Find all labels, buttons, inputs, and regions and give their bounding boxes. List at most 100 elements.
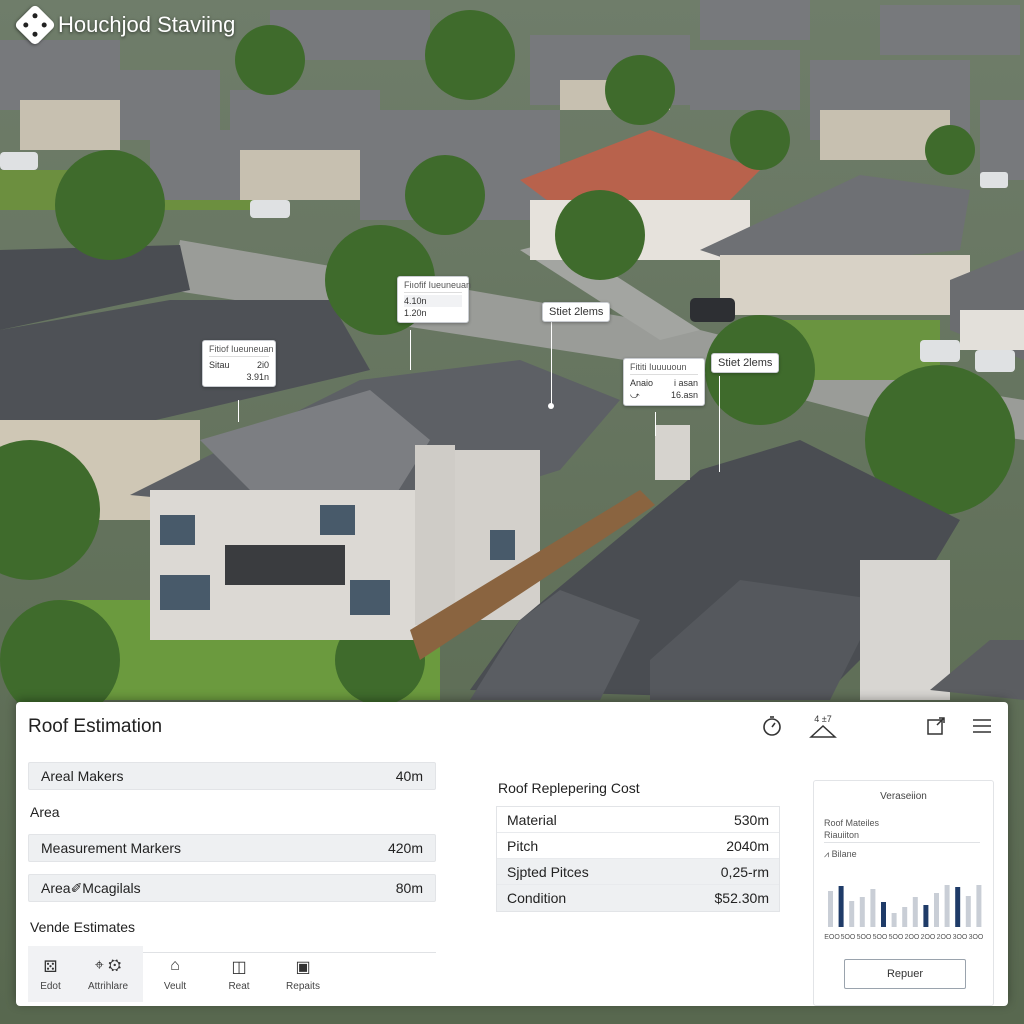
legend-label: Bilane [831, 849, 857, 859]
metric-label: Areal Makers [41, 768, 124, 784]
tool-label: Reat [228, 980, 250, 992]
cost-label: Material [507, 811, 557, 828]
cost-title: Roof Replepering Cost [498, 780, 640, 796]
metric-value: 420m [387, 840, 423, 856]
home-icon: ⌂ [170, 956, 180, 974]
chart-bar [923, 905, 929, 927]
label-callout[interactable]: Stiet 2lems [711, 353, 780, 373]
chart-bar [881, 902, 886, 927]
angle-measure-icon[interactable]: 4 ±7 [806, 714, 840, 738]
chart-bar [934, 893, 939, 927]
marker-pin-line [719, 376, 720, 472]
chart-heading: Veraseiion [880, 791, 927, 802]
report-button[interactable]: Repuer [844, 959, 966, 989]
callout-value: 3.91n [246, 372, 269, 382]
cost-value: 0,25-rm [720, 863, 769, 880]
chart-tick-label: 3ОО [969, 934, 984, 941]
metric-row[interactable]: Measurement Markers 420m [28, 834, 436, 862]
chart-tick-label: 5ОО [857, 934, 872, 941]
tool-reat[interactable]: ◫ Reat [207, 946, 271, 1002]
measurement-callout[interactable]: Fiıofif Iueuneuan 4.10n 1.20n [397, 276, 471, 323]
cost-value: 530m [733, 811, 769, 828]
chart-tick-label: 5ОО [889, 934, 904, 941]
section-label-area: Area [30, 804, 60, 820]
area-section: Areal Makers 40m Area Measurement Marker… [28, 762, 436, 953]
chart-bar [965, 896, 971, 927]
chart-tick-label: 2ОО [937, 934, 952, 941]
chart-tick-label: 2ОО [905, 934, 920, 941]
chart-bar [870, 889, 876, 927]
callout-label: Anaio [630, 378, 654, 388]
tool-vault[interactable]: ⌂ Veult [143, 946, 207, 1002]
angle-measure-label: 4 ±7 [814, 713, 832, 724]
chart-tick-label: 5ОО [841, 934, 856, 941]
cost-row[interactable]: Condition $52.30m [497, 885, 779, 911]
cost-row[interactable]: Sjpted Pitces 0,25-rm [497, 859, 779, 885]
cost-row[interactable]: Pitch 2040m [497, 833, 779, 859]
callout-value: 16.asn [670, 390, 698, 400]
timer-icon[interactable] [760, 714, 784, 738]
cost-label: Sjpted Pitces [507, 863, 589, 880]
chart-bar [828, 891, 833, 927]
cost-label: Pitch [507, 837, 539, 854]
logo-diamond-icon [13, 3, 57, 47]
cost-table: Material 530m Pitch 2040m Sjpted Pitces … [496, 806, 780, 912]
label-callout[interactable]: Stiet 2lems [542, 302, 611, 322]
metric-row[interactable]: Areal Makers 40m [28, 762, 436, 790]
callout-value: i asan [673, 378, 698, 388]
bar-chart: ЕОО 5ОО 5ОО 5ОО 5ОО 2ОО 2ОО 2ОО 3ОО 3ОО [824, 885, 984, 941]
marker-pin-dot [548, 403, 554, 409]
attribute-icon: ⌖ ⚙ [94, 956, 122, 974]
metric-value: 40m [395, 768, 423, 784]
measurement-callout[interactable]: Fititi Iuuuuoun Anaio i asan ⤻ 16.asn [623, 358, 705, 406]
chart-bar [891, 913, 897, 927]
chart-bar [955, 887, 961, 927]
tool-label: Edot [40, 980, 61, 992]
callout-title: Fiıofif Iueuneuan [404, 280, 471, 293]
callout-label: Sitau [209, 360, 230, 370]
app-logo: Houchjod Staviing [13, 3, 236, 47]
tool-label: Repaits [286, 980, 320, 992]
menu-icon[interactable] [970, 714, 994, 738]
measurement-callout[interactable]: Fitiof Iueuneuan Sitau 2i0 3.91n [202, 340, 276, 387]
export-icon[interactable] [924, 714, 948, 738]
callout-title: Stiet 2lems [549, 306, 604, 318]
app-title: Houchjod Staviing [58, 12, 236, 37]
report-icon: ▣ [295, 958, 311, 976]
cost-row[interactable]: Material 530m [497, 807, 779, 833]
metric-label: Area✐Mcagilals [41, 879, 141, 896]
tool-label: Veult [163, 980, 187, 992]
callout-value: 1.20n [404, 308, 427, 318]
metric-row[interactable]: Area✐Mcagilals 80m [28, 874, 436, 902]
pitch-icon: ⤻ [630, 390, 640, 400]
chart-bar [859, 897, 865, 927]
tool-reports[interactable]: ▣ Repaits [271, 946, 335, 1002]
metric-value: 80m [395, 880, 423, 896]
callout-value: 2i0 [256, 360, 269, 370]
chart-tick-label: 5ОО [873, 934, 888, 941]
callout-value: 4.10n [404, 296, 427, 306]
chart-tick-label: ЕОО [824, 934, 840, 941]
cost-value: $52.30m [714, 890, 769, 906]
cost-label: Condition [507, 890, 567, 906]
chart-legend: ⩘ Bilane [824, 849, 993, 860]
section-label-estimates: Vende Estimates [30, 919, 136, 935]
chart-tick-label: 3ОО [953, 934, 968, 941]
cost-value: 2040m [726, 837, 769, 854]
callout-title: Fititi Iuuuuoun [630, 362, 698, 375]
chart-subtitle: Roof Mateiles [824, 818, 880, 828]
roof-estimation-panel: Roof Estimation 4 ±7 Areal Makers 40m Ar… [16, 702, 1008, 1006]
chart-card: Veraseiion Roof Mateiles Riauiiton ⩘ Bil… [813, 780, 994, 1006]
callout-title: Fitiof Iueuneuan [209, 344, 274, 357]
cost-section: Roof Replepering Cost Material 530m Pitc… [496, 780, 780, 912]
tool-attribute[interactable]: ⌖ ⚙ Attrihlare [73, 957, 143, 992]
chart-bar [849, 901, 855, 927]
edit-icon: ⚄ [43, 958, 58, 976]
tool-label: Attrihlare [87, 980, 128, 992]
chart-bar [838, 886, 844, 927]
chart-bar [902, 907, 908, 927]
marker-pin-line [238, 400, 239, 422]
chart-subtitle: Riauiiton [824, 830, 980, 843]
tool-edit[interactable]: ⚄ Edot [28, 957, 73, 992]
tool-bar: ⚄ Edot ⌖ ⚙ Attrihlare ⌂ Veult ◫ Reat ▣ R… [28, 946, 436, 1002]
